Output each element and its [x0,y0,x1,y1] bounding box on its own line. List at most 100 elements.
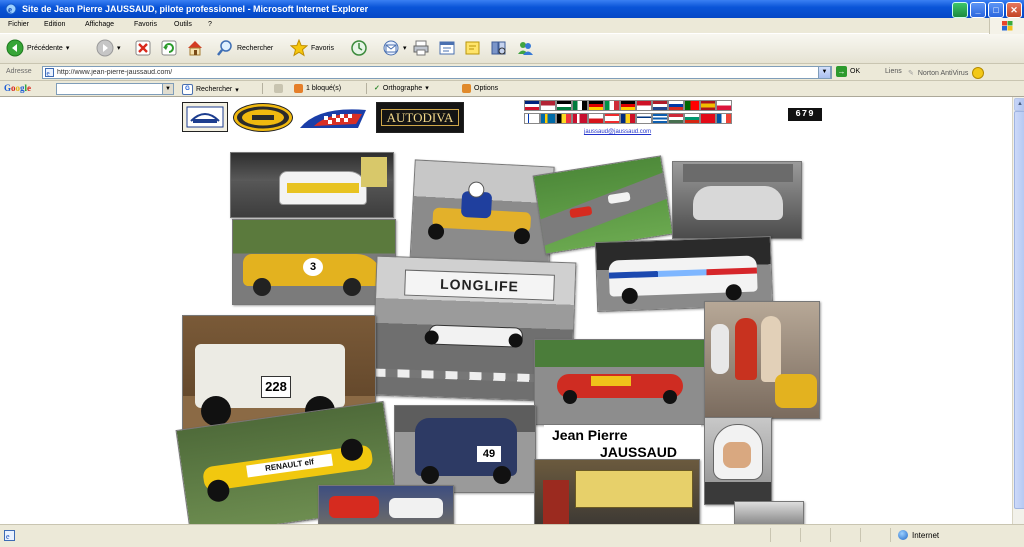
google-search-button[interactable]: G Rechercher ▾ [182,84,239,95]
language-flag-turkish[interactable] [700,113,716,124]
menu-edition[interactable]: Edition [44,21,65,28]
chevron-down-icon[interactable]: ▾ [117,44,121,52]
forward-arrow-icon [96,39,114,57]
refresh-icon [161,40,177,56]
language-flag[interactable] [604,113,620,124]
go-arrow-icon: → [836,66,847,77]
messenger-button[interactable] [516,38,534,58]
language-flag[interactable] [572,100,588,111]
checkered-flag-logo[interactable] [298,104,368,131]
autodiva-logo[interactable]: AUTODIVA [376,102,464,133]
language-flag-german[interactable] [588,100,604,111]
photo-vintage-rally-car[interactable] [672,161,802,239]
photo-red-prototype[interactable] [534,339,706,425]
tray-icon[interactable] [952,2,968,18]
close-button[interactable]: ✕ [1006,2,1022,18]
links-button[interactable]: Liens [885,68,902,75]
person-shape [543,480,569,524]
menu-affichage[interactable]: Affichage [85,21,114,28]
window-title-bar[interactable]: e Site de Jean Pierre JAUSSAUD, pilote p… [0,0,1024,18]
language-flag[interactable] [524,113,540,124]
maximize-button[interactable]: □ [988,2,1004,18]
pagerank-button[interactable] [274,84,283,93]
photo-yellow-sports-car[interactable]: 3 [232,219,396,305]
menu-outils[interactable]: Outils [174,21,192,28]
stop-button[interactable] [134,38,152,58]
address-dropdown-button[interactable]: ▼ [818,66,831,79]
chevron-down-icon[interactable]: ▾ [66,44,70,52]
menu-favoris[interactable]: Favoris [134,21,157,28]
vertical-scrollbar[interactable]: ▲ [1012,97,1024,524]
language-flag-russian[interactable] [668,100,684,111]
popup-blocker-button[interactable]: 1 bloqué(s) [294,84,341,93]
language-flag-danish[interactable] [572,113,588,124]
address-input[interactable] [57,67,817,78]
language-flag-portuguese[interactable] [684,100,700,111]
svg-text:e: e [6,532,10,541]
language-flag[interactable] [620,100,636,111]
language-flag-hungarian[interactable] [668,113,684,124]
language-flag-bulgarian[interactable] [684,113,700,124]
language-flag-italian[interactable] [604,100,620,111]
photo-garage-team[interactable] [534,459,700,524]
google-search-dropdown[interactable]: ▼ [162,83,174,95]
email-link[interactable]: jaussaud@jaussaud.com [584,129,651,135]
language-flag-finnish[interactable] [636,113,652,124]
forward-button[interactable]: ▾ [96,38,121,58]
language-flag-dutch[interactable] [652,100,668,111]
language-flag-romanian[interactable] [620,113,636,124]
racing-club-logo[interactable] [233,103,293,132]
edit-button[interactable] [438,38,456,58]
language-flag-polish[interactable] [716,100,732,111]
norton-antivirus-button[interactable]: ✎ Norton AntiVirus [908,67,985,79]
language-flag-swedish[interactable] [540,113,556,124]
back-button[interactable]: Précédente ▾ [6,38,69,58]
track-shape [532,169,674,248]
refresh-button[interactable] [160,38,178,58]
history-button[interactable] [350,38,368,58]
crowd-shape [683,164,793,182]
menu-fichier[interactable]: Fichier [8,21,29,28]
home-button[interactable] [186,38,204,58]
google-logo[interactable]: Google [4,83,31,93]
wheel-shape [493,466,511,484]
language-flag[interactable] [636,100,652,111]
discuss-button[interactable] [464,38,482,58]
research-button[interactable] [490,38,508,58]
scroll-thumb[interactable] [1014,111,1024,509]
photo-endurance-car-pits[interactable] [230,152,394,218]
language-flag[interactable] [556,100,572,111]
scroll-up-button[interactable]: ▲ [1014,98,1024,111]
chevron-down-icon[interactable]: ▾ [403,44,407,52]
print-button[interactable] [412,38,430,58]
google-search-input[interactable] [56,83,172,95]
go-button[interactable]: → OK [836,66,860,77]
minimize-button[interactable]: _ [970,2,986,18]
photo-driver-portrait[interactable] [704,417,772,505]
mail-button[interactable]: ▾ [382,38,407,58]
language-flag-spanish[interactable] [700,100,716,111]
menu-help[interactable]: ? [208,21,212,28]
back-label: Précédente [27,44,63,52]
options-button[interactable]: Options [462,84,498,93]
language-flag[interactable] [588,113,604,124]
language-flag-greek[interactable] [652,113,668,124]
wheel-shape [421,466,439,484]
chevron-down-icon[interactable]: ▾ [235,86,239,94]
chevron-down-icon[interactable]: ▾ [425,84,429,92]
photo-vintage-van[interactable]: 49 [394,405,536,493]
language-flag-french[interactable] [716,113,732,124]
language-flag-uk[interactable] [524,100,540,111]
photo-podium-celebration[interactable] [704,301,820,419]
spellcheck-button[interactable]: ✓ Orthographe ▾ [374,84,429,93]
language-flag-belgian[interactable] [556,113,572,124]
photo-touring-cars-bottom[interactable] [318,485,454,524]
photo-small-bottom[interactable] [734,501,804,524]
norton-label: Norton AntiVirus [917,69,969,77]
favorites-button[interactable]: Favoris [290,38,334,58]
address-box[interactable]: e [42,66,832,79]
language-flag-us[interactable] [540,100,556,111]
search-button[interactable]: Rechercher [216,38,273,58]
club-logo[interactable] [182,102,228,132]
zone-label: Internet [912,530,940,540]
